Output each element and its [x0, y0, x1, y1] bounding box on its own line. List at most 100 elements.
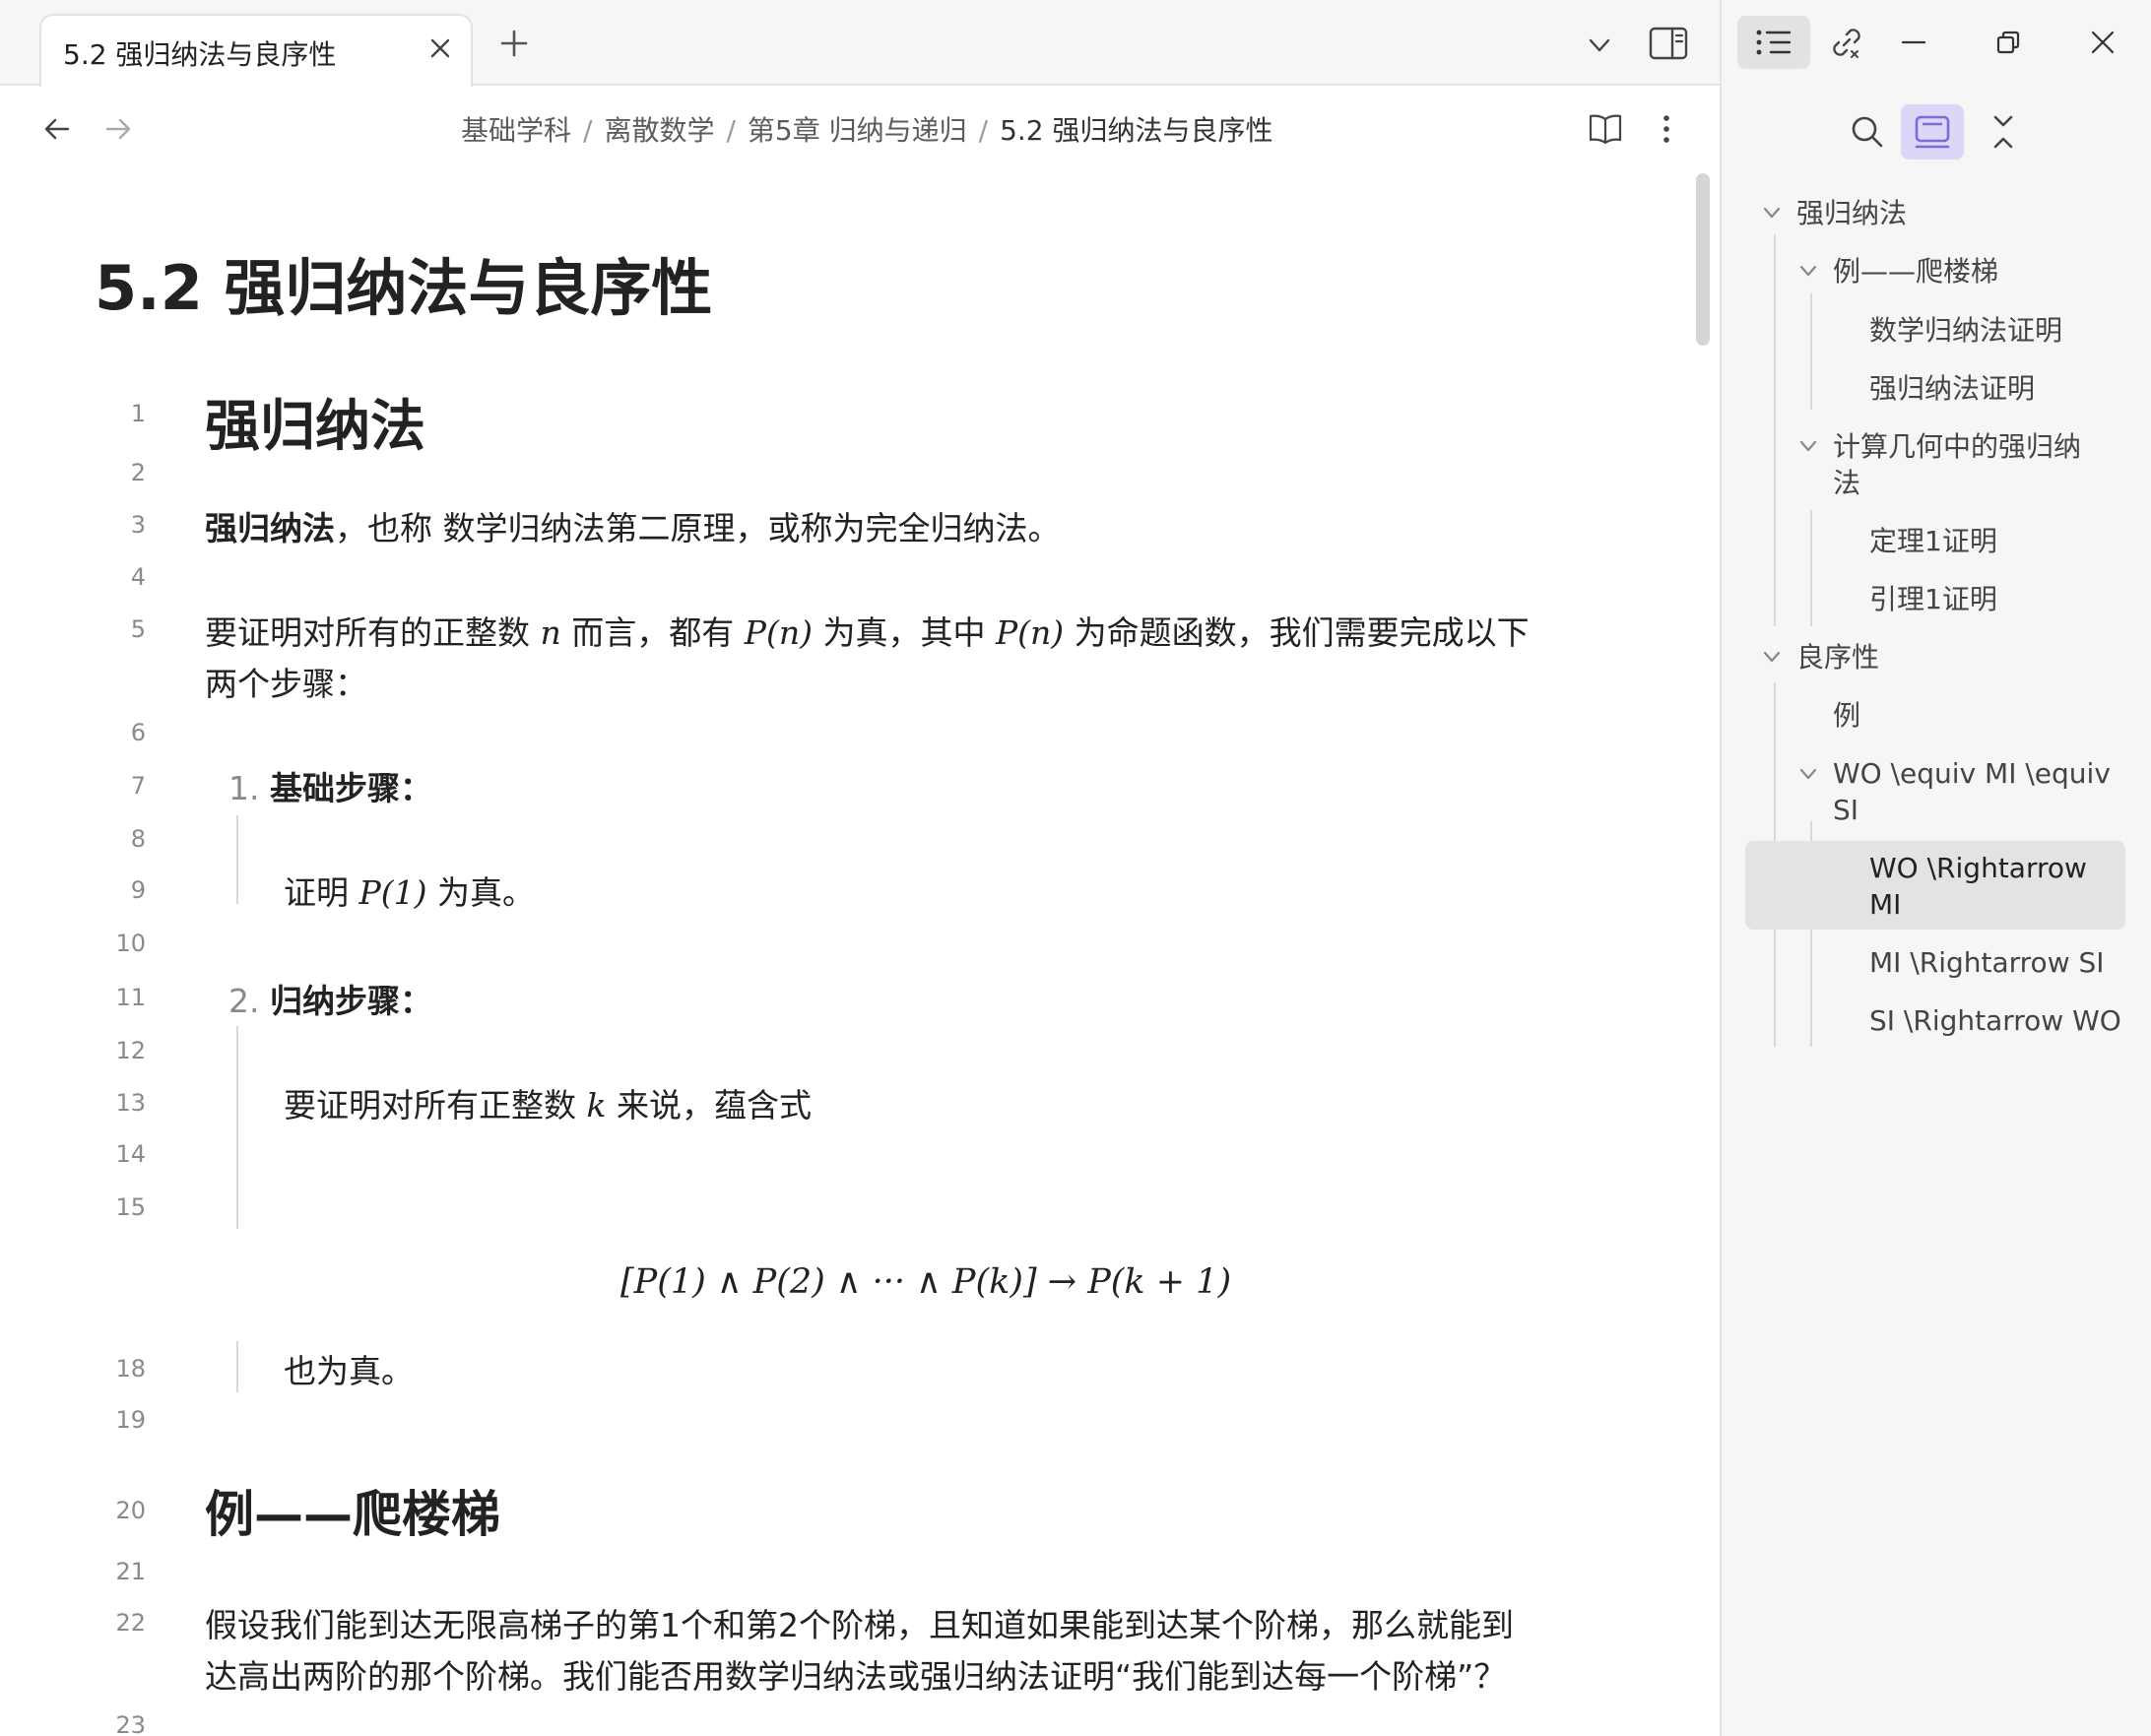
plus-icon[interactable]: [492, 22, 536, 65]
arrow-left-icon[interactable]: [35, 107, 79, 151]
text: ，也称 数学归纳法第二原理，或称为完全归纳法。: [335, 509, 1061, 547]
indent-guide: [236, 1026, 238, 1229]
outline-item[interactable]: 定理1证明: [1869, 523, 1997, 559]
outline-item[interactable]: 例——爬楼梯: [1833, 253, 1998, 289]
line-number: 22: [115, 1609, 146, 1637]
breadcrumb-current[interactable]: 5.2 强归纳法与良序性: [1000, 114, 1272, 147]
list-item-inductive: 2. 归纳步骤：: [228, 975, 432, 1022]
outline-item[interactable]: 例: [1833, 697, 1860, 734]
close-window-icon[interactable]: [2066, 16, 2139, 69]
chevron-down-icon[interactable]: [1795, 433, 1821, 459]
paragraph-example: 假设我们能到达无限高梯子的第1个和第2个阶梯，且知道如果能到达某个阶梯，那么就能…: [205, 1606, 1514, 1644]
paragraph-example-cont: 达高出两阶的那个阶梯。我们能否用数学归纳法或强归纳法证明“我们能到达每一个阶梯”…: [205, 1657, 1507, 1696]
line-number: 3: [130, 511, 146, 539]
heading-example-stairs: 例——爬楼梯: [205, 1486, 500, 1543]
paragraph-statement-cont: 两个步骤：: [205, 665, 367, 703]
editor-pane: 5.2 强归纳法与良序性 基础学科 / 离散数学 / 第5章 归纳与递归 / 5.2 强归纳…: [0, 0, 1720, 1736]
line-number: 23: [115, 1711, 146, 1736]
chevron-down-icon[interactable]: [1795, 258, 1821, 284]
restore-icon[interactable]: [1972, 16, 2045, 69]
heading-strong-induction: 强归纳法: [205, 395, 425, 459]
line-number: 1: [130, 400, 146, 427]
line-number: 11: [115, 984, 146, 1011]
text: 为真，其中: [812, 613, 996, 652]
outline-item[interactable]: MI \Rightarrow SI: [1869, 944, 2105, 981]
page-title: 5.2 强归纳法与良序性: [95, 252, 713, 324]
list-label: 基础步骤：: [270, 769, 432, 807]
list-icon[interactable]: [1737, 16, 1810, 69]
list-label: 归纳步骤：: [270, 982, 432, 1020]
text: 证明: [284, 873, 359, 912]
outline-item-line: 计算几何中的强归纳: [1833, 430, 2082, 463]
outline-item[interactable]: 强归纳法: [1796, 195, 1907, 231]
outline-pane: 强归纳法 例——爬楼梯 数学归纳法证明 强归纳法证明 计算几何中的强归纳 法 定…: [1722, 0, 2151, 1736]
sidebar-toggle-icon[interactable]: [1647, 22, 1690, 65]
chevron-down-icon[interactable]: [1759, 644, 1785, 670]
arrow-right-icon[interactable]: [97, 107, 140, 151]
line-number: 20: [115, 1497, 146, 1524]
outline-indent-guide: [1810, 293, 1812, 410]
line-number: 5: [130, 615, 146, 643]
scrollbar-thumb[interactable]: [1696, 173, 1710, 346]
text: 来说，蕴含式: [606, 1086, 812, 1125]
inductive-text: 要证明对所有正整数 k 来说，蕴含式: [284, 1079, 812, 1126]
math-inline: P(n): [744, 613, 813, 652]
bold-term: 强归纳法: [205, 509, 335, 547]
outline-item-selected[interactable]: WO \Rightarrow MI: [1869, 850, 2087, 923]
link-icon[interactable]: [1810, 16, 1883, 69]
basis-text: 证明 P(1) 为真。: [284, 867, 535, 914]
line-number: 21: [115, 1558, 146, 1585]
text: 而言，都有: [560, 613, 745, 652]
line-number: 7: [130, 772, 146, 800]
outline-item-line: 法: [1833, 467, 1861, 499]
outline-item[interactable]: SI \Rightarrow WO: [1869, 1002, 2121, 1039]
outline-item[interactable]: WO \equiv MI \equiv SI: [1833, 755, 2111, 828]
outline-item[interactable]: 数学归纳法证明: [1869, 312, 2062, 349]
breadcrumb-item[interactable]: 第5章 归纳与递归: [748, 114, 967, 147]
chevron-down-icon[interactable]: [1759, 200, 1785, 225]
outline-item[interactable]: 良序性: [1796, 639, 1879, 675]
line-number: 15: [115, 1193, 146, 1221]
line-number: 6: [130, 719, 146, 746]
close-icon[interactable]: [425, 33, 455, 63]
list-number: 2.: [228, 982, 260, 1020]
text: 为命题函数，我们需要完成以下: [1064, 613, 1530, 652]
minimize-icon[interactable]: [1877, 16, 1950, 69]
breadcrumb-item[interactable]: 基础学科: [461, 114, 571, 147]
line-number: 4: [130, 563, 146, 591]
indent-guide: [236, 1341, 238, 1392]
math-inline: n: [540, 613, 561, 652]
line-number: 19: [115, 1406, 146, 1434]
frame-icon[interactable]: [1901, 104, 1964, 160]
outline-item[interactable]: 引理1证明: [1869, 581, 1997, 617]
tab-bar: 5.2 强归纳法与良序性: [0, 0, 1720, 87]
paragraph-definition: 强归纳法，也称 数学归纳法第二原理，或称为完全归纳法。: [205, 502, 1061, 549]
search-icon[interactable]: [1836, 104, 1899, 160]
book-open-icon[interactable]: [1582, 105, 1629, 153]
nav-bar: 基础学科 / 离散数学 / 第5章 归纳与递归 / 5.2 强归纳法与良序性: [0, 88, 1720, 166]
outline-indent-guide: [1810, 510, 1812, 626]
breadcrumb-separator: /: [583, 114, 593, 147]
chevron-down-icon[interactable]: [1795, 761, 1821, 787]
line-number: 18: [115, 1355, 146, 1382]
outline-item[interactable]: 强归纳法证明: [1869, 370, 2035, 407]
document-body[interactable]: 5.2 强归纳法与良序性 1 2 3 4 5 6 7 8 9 10 11 12 …: [0, 167, 1694, 1736]
breadcrumb-item[interactable]: 离散数学: [604, 114, 714, 147]
collapse-icon[interactable]: [1972, 104, 2035, 160]
outline-item[interactable]: 计算几何中的强归纳 法: [1833, 428, 2081, 501]
chevron-down-icon[interactable]: [1580, 26, 1619, 65]
breadcrumb-separator: /: [726, 114, 736, 147]
outline-item-line: WO \Rightarrow: [1869, 852, 2087, 884]
line-number: 2: [130, 459, 146, 486]
line-number: 12: [115, 1037, 146, 1064]
line-number: 9: [130, 876, 146, 904]
outline-item-line: SI: [1833, 794, 1859, 826]
tab-active[interactable]: 5.2 强归纳法与良序性: [39, 14, 473, 87]
math-inline: P(1): [358, 873, 427, 912]
outline-indent-guide: [1774, 234, 1776, 626]
line-number: 14: [115, 1140, 146, 1168]
text: 为真。: [426, 873, 535, 912]
paragraph-statement: 要证明对所有的正整数 n 而言，都有 P(n) 为真，其中 P(n) 为命题函数…: [205, 607, 1530, 654]
more-vertical-icon[interactable]: [1645, 105, 1688, 153]
text: 要证明对所有的正整数: [205, 613, 541, 652]
